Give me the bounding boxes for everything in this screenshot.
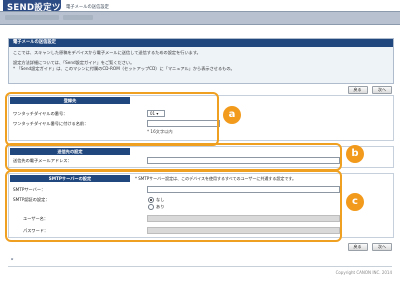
callout-frame-b [5,143,342,171]
callout-badge-a: a [223,106,241,124]
copyright-text: Copyright CANON INC. 2014 [335,270,392,275]
callout-frame-c [5,170,342,242]
page-subtitle: 電子メールの送信設定 [66,5,109,10]
top-nav-buttons: 戻る 次へ [345,86,392,94]
bottom-nav-buttons: 戻る 次へ [345,243,392,251]
intro-panel: 電子メールの送信設定 ここでは、スキャンした原稿をデバイスから電子メールに送信し… [8,38,394,84]
breadcrumb-bar [0,11,400,25]
intro-line-3: * 「Send設定ガイド」は、このマシンに付属のCD-ROM（セットアップCD）… [13,66,235,71]
next-button-bottom[interactable]: 次へ [372,243,392,251]
device-name-tag [5,15,59,20]
intro-title: 電子メールの送信設定 [9,39,393,47]
next-button[interactable]: 次へ [372,86,392,94]
footer-divider [8,266,392,267]
device-address-tag [63,15,93,20]
callout-badge-b: b [346,145,364,163]
callout-frame-a [5,92,219,146]
back-to-top-link[interactable]: ⌅ [10,256,14,262]
callout-badge-c: c [346,193,364,211]
back-button[interactable]: 戻る [347,86,368,94]
back-button-bottom[interactable]: 戻る [347,243,368,251]
